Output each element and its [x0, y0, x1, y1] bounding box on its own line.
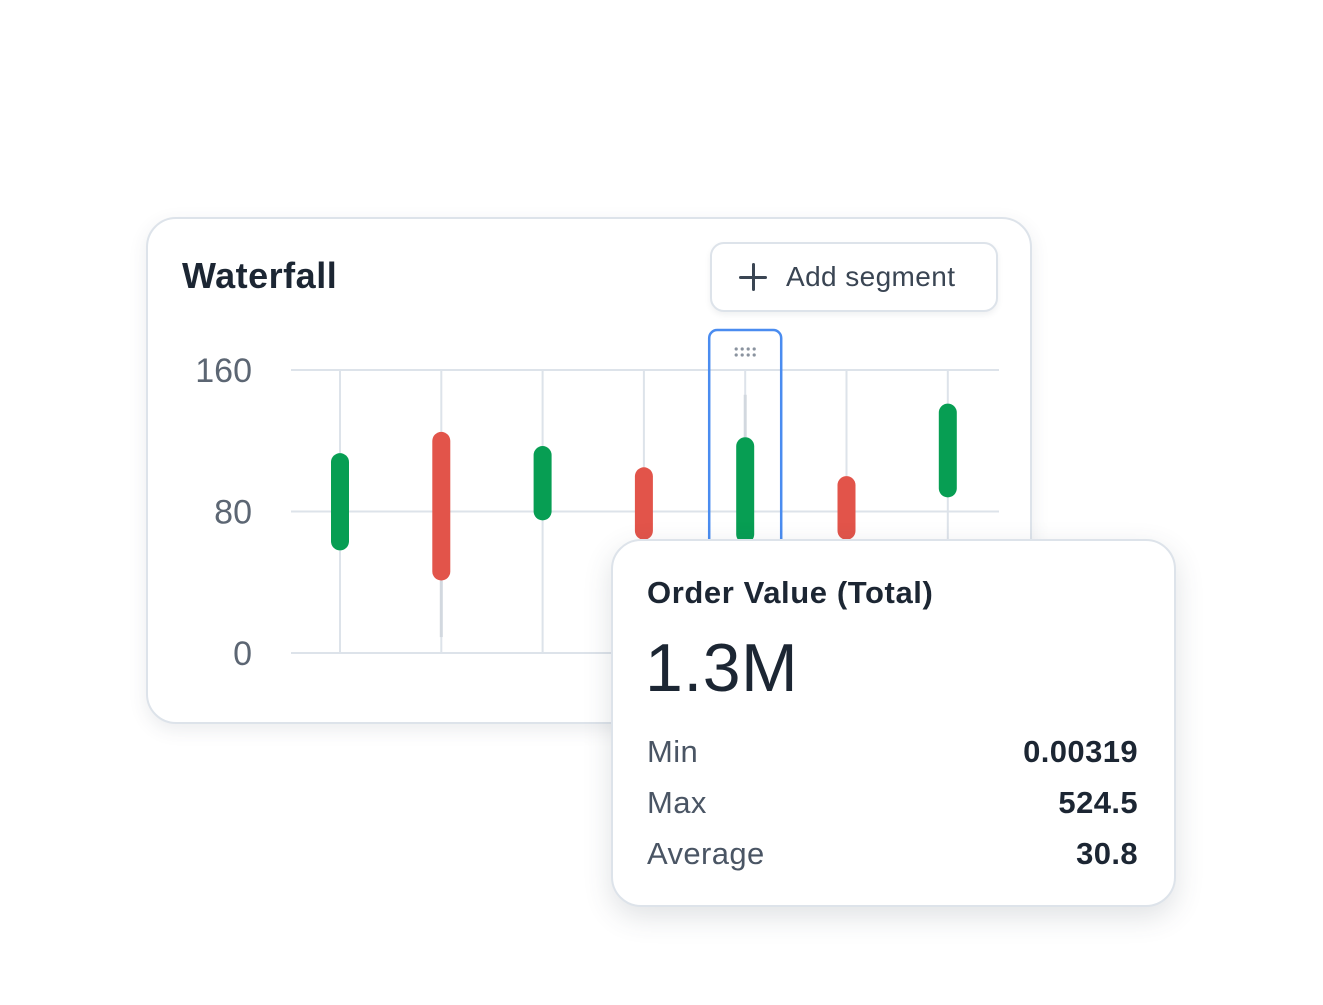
stat-label: Max [647, 785, 707, 820]
bar-increase [331, 453, 349, 551]
stat-label: Min [647, 734, 699, 769]
bar-decrease [837, 476, 856, 540]
drag-handle-icon [740, 353, 744, 357]
stat-row-min: Min 0.00319 [647, 732, 1138, 772]
stat-value: 524.5 [1058, 785, 1138, 820]
y-tick-label: 80 [214, 494, 252, 532]
stat-value: 30.8 [1076, 836, 1138, 871]
drag-handle-icon [752, 347, 756, 351]
stats-total-value: 1.3M [645, 630, 799, 706]
stat-row-average: Average 30.8 [647, 834, 1138, 874]
bar-increase [938, 403, 957, 498]
stat-label: Average [647, 836, 765, 871]
drag-handle-icon [734, 347, 738, 351]
bar-increase [736, 437, 755, 544]
drag-handle-icon [740, 347, 744, 351]
y-tick-label: 0 [233, 635, 252, 673]
drag-handle-icon [746, 347, 750, 351]
drag-handle-icon [734, 353, 738, 357]
bar-decrease [432, 431, 451, 581]
bar-decrease [634, 467, 653, 540]
stat-row-max: Max 524.5 [647, 783, 1138, 823]
drag-handle-icon [752, 353, 756, 357]
chart-title: Waterfall [182, 255, 338, 296]
stats-tooltip-card: Order Value (Total) 1.3M Min 0.00319 Max… [611, 539, 1176, 907]
canvas: 0 80 160 Waterfall Add segment Order Value… [0, 0, 1323, 1005]
y-tick-label: 160 [195, 352, 252, 390]
add-segment-label: Add segment [786, 261, 956, 292]
add-segment-button[interactable]: Add segment [710, 242, 998, 312]
bar-increase [533, 446, 552, 521]
plus-icon [738, 262, 768, 292]
stat-value: 0.00319 [1023, 734, 1138, 769]
drag-handle-icon [746, 353, 750, 357]
stats-title: Order Value (Total) [647, 575, 934, 610]
